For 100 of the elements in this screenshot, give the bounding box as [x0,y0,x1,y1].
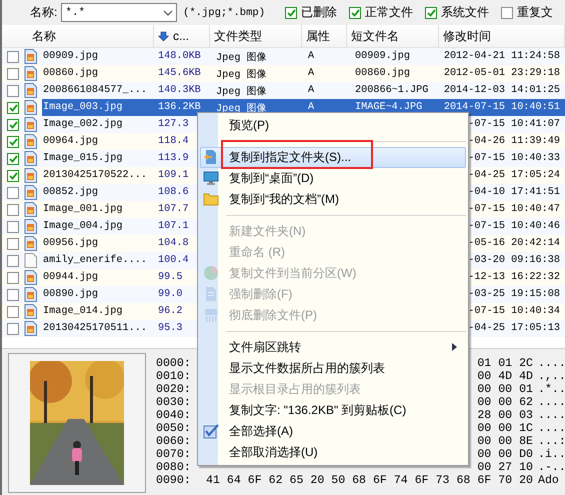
file-name[interactable]: 2008661084577_... [42,82,154,99]
file-name[interactable]: Image_002.jpg [42,116,154,133]
image-file-icon [24,49,37,64]
column-header[interactable]: c... [154,25,210,47]
filter-checkbox[interactable] [349,6,361,18]
ascii-text: ...: [538,435,565,448]
file-name[interactable]: 00890.jpg [42,286,154,303]
row-checkbox[interactable] [7,204,19,216]
modified-time: -07-15 10:40:34 [467,305,561,319]
file-name[interactable]: Image_003.jpg [42,99,154,116]
file-name[interactable]: 00852.jpg [42,184,154,201]
short-file-name: 200866~1.JPG [354,84,430,98]
modified-time: 2012-04-21 11:24:58 [442,50,561,64]
filter-checkbox[interactable] [501,6,513,18]
modified-time: -07-15 10:41:07 [467,118,561,132]
column-header[interactable]: 名称 [2,25,154,47]
image-file-icon [24,270,37,285]
hex-bytes: 01 01 2C [477,357,533,370]
modified-time: -03-20 09:16:38 [467,254,561,268]
ascii-text: .... [538,396,565,409]
ascii-text: .i.. [538,448,565,461]
menu-item[interactable]: 文件扇区跳转 [200,337,466,358]
row-checkbox[interactable] [7,288,19,300]
menu-item[interactable]: 复制到“桌面”(D) [200,168,466,189]
column-header[interactable]: 短文件名 [347,25,439,47]
short-file-name: 00860.jpg [354,66,412,81]
row-checkbox[interactable] [7,50,19,62]
menu-item[interactable]: 复制到“我的文档”(M) [200,189,466,210]
monitor-icon [203,170,219,186]
file-size: 108.6 [157,186,190,200]
file-size: 100.4 [157,254,190,268]
filter-checkbox[interactable] [425,6,437,18]
hex-offset: 0060: [156,435,192,448]
file-name[interactable]: 00956.jpg [42,235,154,252]
column-header[interactable]: 修改时间 [439,25,565,47]
file-size: 99.0 [157,288,184,302]
file-name[interactable]: Image_001.jpg [42,201,154,218]
file-size: 148.0KB [157,50,202,64]
document-icon [203,286,219,302]
file-name[interactable]: 20130425170522... [42,167,154,184]
file-name[interactable]: 20130425170511... [42,320,154,337]
filter-option-label: 重复文 [517,4,553,21]
menu-item[interactable]: 全部选择(A) [200,421,466,442]
menu-item[interactable]: 全部取消选择(U) [200,442,466,463]
row-checkbox[interactable] [7,68,19,80]
hex-offset: 0040: [156,409,192,422]
hex-offset: 0070: [156,448,192,461]
filter-option-label: 系统文件 [441,4,489,21]
file-name[interactable]: Image_014.jpg [42,303,154,320]
name-filter-dropdown[interactable]: *.* [61,3,178,22]
hex-bytes: 00 4D 4D [477,370,533,383]
modified-time: -07-15 10:40:47 [467,203,561,217]
row-checkbox[interactable] [7,254,19,266]
column-header[interactable]: 属性 [302,25,347,47]
file-name[interactable]: 00964.jpg [42,133,154,150]
hex-bytes: 28 00 03 [477,409,533,422]
menu-item[interactable]: 显示文件数据所占用的簇列表 [200,358,466,379]
menu-item[interactable]: 复制到指定文件夹(S)... [200,147,466,168]
file-size: 96.2 [157,305,184,319]
file-name[interactable]: amily_enerife.... [42,252,154,269]
row-checkbox[interactable] [7,170,19,182]
row-checkbox[interactable] [7,306,19,318]
row-checkbox[interactable] [7,102,19,114]
row-checkbox[interactable] [7,186,19,198]
copy-to-folder-icon [203,149,219,165]
row-checkbox[interactable] [7,136,19,148]
file-name[interactable]: Image_015.jpg [42,150,154,167]
file-name[interactable]: 00944.jpg [42,269,154,286]
image-file-icon [24,304,37,319]
name-filter-label: 名称: [30,4,58,21]
file-size: 118.4 [157,135,190,149]
row-checkbox[interactable] [7,238,19,250]
file-name[interactable]: Image_004.jpg [42,218,154,235]
hex-bytes: 00 00 1C [477,422,533,435]
folder-icon [203,191,219,207]
file-attribute: A [307,67,316,81]
file-size: 95.3 [157,322,184,336]
ascii-text: .*.. [538,383,565,396]
file-type: Jpeg 图像 [215,85,268,99]
row-checkbox[interactable] [7,152,19,164]
ascii-text: .-.. [538,461,565,474]
modified-time: 2012-05-01 23:29:18 [442,67,561,81]
file-attribute: A [307,84,316,98]
file-size: 107.7 [157,203,190,217]
image-file-icon [24,321,37,336]
row-checkbox[interactable] [7,220,19,232]
column-header[interactable]: 文件类型 [210,25,302,47]
row-checkbox[interactable] [7,272,19,284]
pie-chart-icon [203,265,219,281]
filter-checkbox[interactable] [285,6,297,18]
row-checkbox[interactable] [7,322,19,334]
file-name[interactable]: 00909.jpg [42,48,154,65]
row-checkbox[interactable] [7,118,19,130]
ascii-text: Ado [538,474,560,487]
row-checkbox[interactable] [7,84,19,96]
menu-item[interactable]: 复制文字: "136.2KB" 到剪贴板(C) [200,400,466,421]
file-name[interactable]: 00860.jpg [42,65,154,82]
modified-time: 2014-07-15 10:40:51 [439,99,565,116]
short-file-name: 00909.jpg [354,50,412,64]
menu-item[interactable]: 预览(P) [200,115,466,136]
